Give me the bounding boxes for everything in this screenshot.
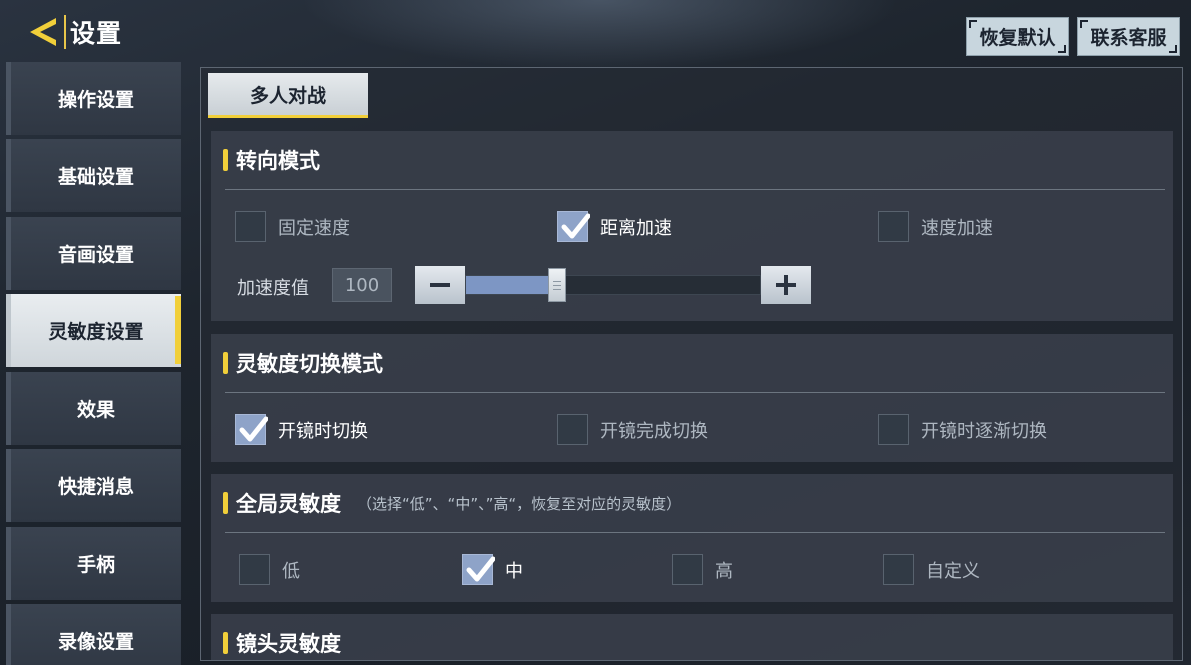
- option-label: 自定义: [926, 560, 980, 582]
- settings-panel: 多人对战 转向模式 固定速度 距离加速 速度加速 加速度值 100 灵敏度切换模…: [200, 67, 1183, 661]
- option-gradual-switch[interactable]: 开镜时逐渐切换: [878, 414, 1047, 445]
- section-header: 镜头灵敏度: [211, 614, 1173, 660]
- sidebar-item-operation[interactable]: 操作设置: [6, 62, 181, 135]
- decrease-button[interactable]: [415, 266, 465, 304]
- checkbox[interactable]: [557, 211, 590, 242]
- sidebar-item-label: 操作设置: [57, 89, 134, 111]
- checkbox[interactable]: [462, 554, 495, 585]
- option-label: 高: [715, 560, 733, 582]
- sidebar: 操作设置 基础设置 音画设置 灵敏度设置 效果 快捷消息 手柄 录像设置: [6, 62, 181, 665]
- section-header: 全局灵敏度 （选择“低”、“中”、”高“，恢复至对应的灵敏度）: [211, 474, 1173, 532]
- checkbox[interactable]: [883, 554, 914, 585]
- accel-label: 加速度值: [237, 278, 309, 299]
- section-title: 转向模式: [236, 149, 320, 173]
- sidebar-item-audio-video[interactable]: 音画设置: [6, 217, 181, 290]
- option-fixed-speed[interactable]: 固定速度: [235, 211, 350, 242]
- sidebar-item-label: 手柄: [76, 554, 115, 576]
- sidebar-item-label: 音画设置: [57, 244, 134, 266]
- back-arrow-icon: [30, 18, 56, 46]
- option-distance-accel[interactable]: 距离加速: [557, 211, 672, 242]
- sidebar-item-controller[interactable]: 手柄: [6, 527, 181, 600]
- option-label: 距离加速: [600, 217, 672, 239]
- accel-value-display: 100: [332, 268, 392, 302]
- section-title: 灵敏度切换模式: [236, 352, 383, 376]
- switch-mode-section: 灵敏度切换模式 开镜时切换 开镜完成切换 开镜时逐渐切换: [211, 334, 1173, 462]
- option-speed-accel[interactable]: 速度加速: [878, 211, 993, 242]
- section-title: 全局灵敏度: [236, 492, 341, 516]
- option-medium[interactable]: 中: [462, 554, 523, 585]
- sidebar-item-effects[interactable]: 效果: [6, 372, 181, 445]
- check-icon: [239, 416, 268, 442]
- option-low[interactable]: 低: [239, 554, 300, 585]
- minus-icon: [430, 283, 450, 287]
- sidebar-item-label: 录像设置: [57, 631, 134, 653]
- checkbox[interactable]: [235, 211, 266, 242]
- checkbox[interactable]: [672, 554, 703, 585]
- restore-default-button[interactable]: 恢复默认: [966, 17, 1069, 56]
- option-label: 开镜时切换: [278, 420, 368, 442]
- option-high[interactable]: 高: [672, 554, 733, 585]
- sidebar-item-recording[interactable]: 录像设置: [6, 604, 181, 665]
- option-label: 固定速度: [278, 217, 350, 239]
- checkbox[interactable]: [878, 414, 909, 445]
- sidebar-item-basic[interactable]: 基础设置: [6, 139, 181, 212]
- option-label: 中: [505, 560, 523, 582]
- check-icon: [561, 213, 590, 239]
- section-accent-bar: [223, 352, 228, 374]
- tab-multiplayer[interactable]: 多人对战: [208, 73, 368, 118]
- top-bar: 设置 恢复默认 联系客服: [0, 0, 1191, 62]
- turn-mode-section: 转向模式 固定速度 距离加速 速度加速 加速度值 100: [211, 131, 1173, 321]
- sidebar-item-quick-messages[interactable]: 快捷消息: [6, 449, 181, 522]
- page-title: 设置: [70, 19, 123, 48]
- option-label: 低: [282, 560, 300, 582]
- increase-button[interactable]: [761, 266, 811, 304]
- sidebar-item-label: 基础设置: [57, 166, 134, 188]
- sidebar-item-label: 快捷消息: [57, 476, 134, 498]
- global-sensitivity-section: 全局灵敏度 （选择“低”、“中”、”高“，恢复至对应的灵敏度） 低 中 高 自定…: [211, 474, 1173, 602]
- section-divider: [225, 532, 1165, 533]
- sidebar-item-label: 灵敏度设置: [48, 321, 144, 343]
- camera-sensitivity-section: 镜头灵敏度: [211, 614, 1173, 660]
- option-custom[interactable]: 自定义: [883, 554, 980, 585]
- sidebar-item-sensitivity[interactable]: 灵敏度设置: [6, 294, 181, 367]
- section-header: 转向模式: [211, 131, 1173, 189]
- back-button[interactable]: 设置: [26, 12, 134, 52]
- section-title: 镜头灵敏度: [236, 632, 341, 656]
- checkbox[interactable]: [239, 554, 270, 585]
- checkbox[interactable]: [878, 211, 909, 242]
- plus-icon: [776, 275, 796, 295]
- option-label: 开镜时逐渐切换: [921, 420, 1047, 442]
- accel-slider-thumb[interactable]: [548, 268, 566, 302]
- section-divider: [225, 392, 1165, 393]
- accel-slider-track[interactable]: [465, 268, 761, 302]
- contact-service-button[interactable]: 联系客服: [1077, 17, 1180, 56]
- accel-slider-fill: [466, 276, 557, 294]
- check-icon: [466, 556, 495, 582]
- section-accent-bar: [223, 492, 228, 514]
- sidebar-item-label: 效果: [76, 399, 115, 421]
- option-label: 速度加速: [921, 217, 993, 239]
- option-switch-after-scope[interactable]: 开镜完成切换: [557, 414, 708, 445]
- checkbox[interactable]: [235, 414, 268, 445]
- section-header: 灵敏度切换模式: [211, 334, 1173, 392]
- back-divider: [64, 15, 66, 49]
- checkbox[interactable]: [557, 414, 588, 445]
- option-label: 开镜完成切换: [600, 420, 708, 442]
- option-switch-on-scope[interactable]: 开镜时切换: [235, 414, 368, 445]
- section-note: （选择“低”、“中”、”高“，恢复至对应的灵敏度）: [357, 494, 682, 513]
- section-accent-bar: [223, 632, 228, 654]
- section-divider: [225, 189, 1165, 190]
- section-accent-bar: [223, 149, 228, 171]
